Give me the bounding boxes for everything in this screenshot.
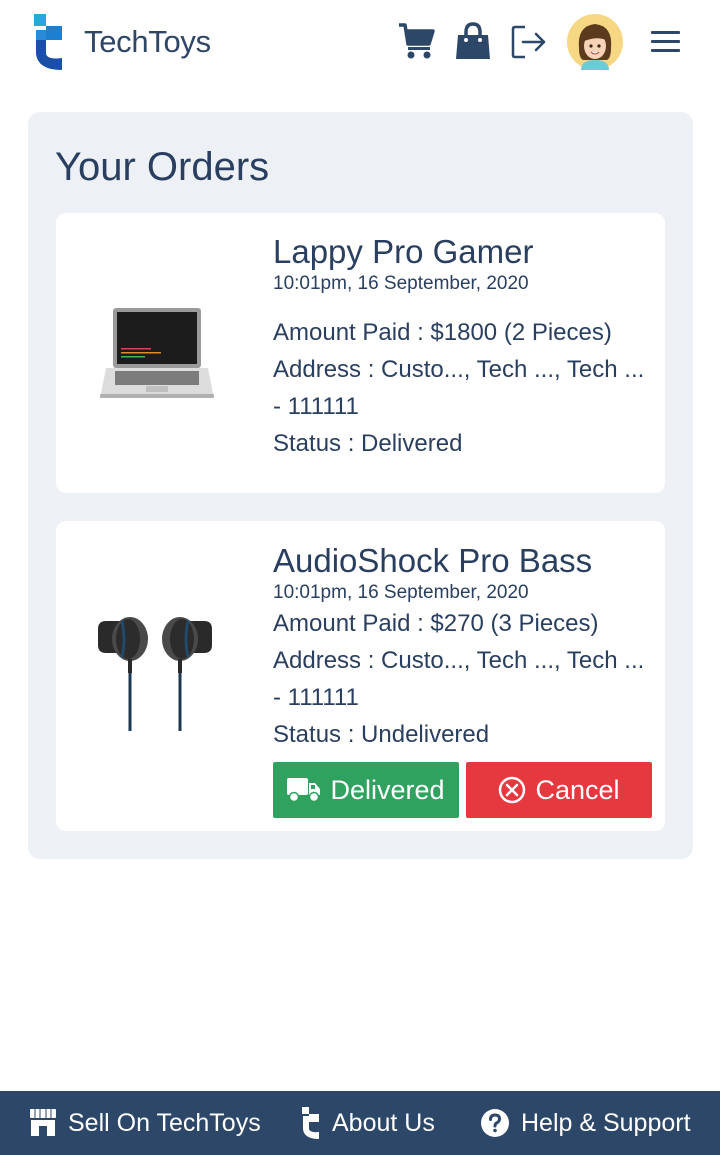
order-info: Lappy Pro Gamer 10:01pm, 16 September, 2…: [273, 232, 645, 462]
logout-icon[interactable]: [511, 24, 547, 60]
order-status: Status : Delivered: [273, 430, 463, 457]
order-card: Lappy Pro Gamer 10:01pm, 16 September, 2…: [56, 213, 665, 493]
store-icon: [30, 1109, 56, 1136]
avatar[interactable]: [567, 14, 623, 70]
product-name[interactable]: Lappy Pro Gamer: [273, 232, 645, 272]
cancel-order-label: Cancel: [535, 774, 620, 805]
menu-icon[interactable]: [651, 30, 680, 54]
footer-about-label: About Us: [332, 1108, 435, 1137]
shipping-address: Address : Custo..., Tech ..., Tech ... -…: [273, 356, 645, 420]
top-header: TechToys: [0, 0, 720, 86]
order-date: 10:01pm, 16 September, 2020: [273, 273, 529, 294]
earphones-icon: [98, 617, 212, 731]
mark-delivered-button[interactable]: Delivered: [273, 762, 459, 818]
cart-icon[interactable]: [398, 22, 436, 60]
laptop-icon: [100, 308, 214, 398]
footer-help-link[interactable]: Help & Support: [481, 1091, 691, 1155]
footer-sell-label: Sell On TechToys: [68, 1108, 261, 1137]
order-card: AudioShock Pro Bass 10:01pm, 16 Septembe…: [56, 521, 665, 831]
order-status: Status : Undelivered: [273, 721, 490, 748]
brand[interactable]: TechToys: [34, 14, 211, 70]
footer-help-label: Help & Support: [521, 1108, 691, 1137]
brand-name: TechToys: [84, 24, 211, 59]
techtoys-logo-icon: [34, 14, 62, 70]
close-circle-icon: [499, 776, 526, 804]
truck-icon: [287, 778, 321, 803]
techtoys-small-logo-icon: [302, 1107, 319, 1139]
shopping-bag-icon[interactable]: [455, 22, 491, 60]
orders-panel: Your Orders Lappy Pro Gamer 10:01pm, 16 …: [28, 112, 693, 859]
amount-paid: Amount Paid : $1800 (2 Pieces): [273, 319, 612, 346]
cancel-order-button[interactable]: Cancel: [466, 762, 652, 818]
shipping-address: Address : Custo..., Tech ..., Tech ... -…: [273, 647, 645, 711]
order-date: 10:01pm, 16 September, 2020: [273, 582, 529, 603]
page-title: Your Orders: [55, 145, 270, 189]
product-name[interactable]: AudioShock Pro Bass: [273, 541, 645, 581]
mark-delivered-label: Delivered: [330, 774, 445, 805]
footer-sell-link[interactable]: Sell On TechToys: [30, 1091, 261, 1155]
amount-paid: Amount Paid : $270 (3 Pieces): [273, 610, 599, 637]
footer-bar: Sell On TechToys About Us Help & Support: [0, 1091, 720, 1155]
help-icon: [481, 1109, 509, 1137]
footer-about-link[interactable]: About Us: [302, 1091, 435, 1155]
order-info: AudioShock Pro Bass 10:01pm, 16 Septembe…: [273, 541, 645, 753]
